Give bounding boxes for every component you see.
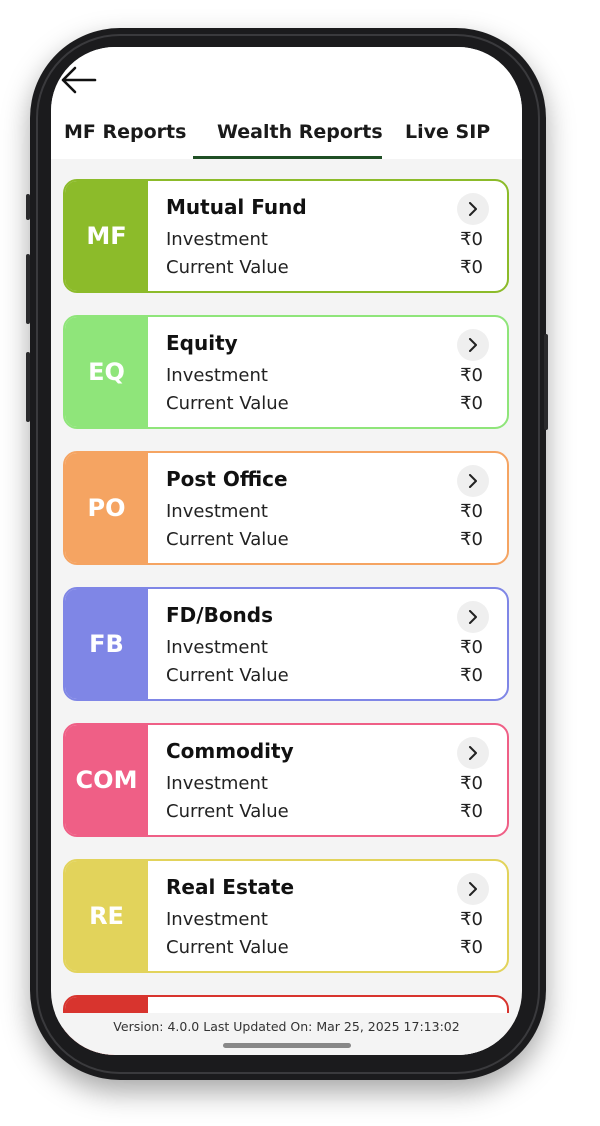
wealth-card-real-estate[interactable]: RE Real Estate Investment ₹0 Current Val…: [63, 859, 509, 973]
investment-label: Investment: [166, 229, 268, 250]
chevron-right-icon[interactable]: [457, 193, 489, 225]
chevron-right-icon[interactable]: [457, 329, 489, 361]
current-value-amount: ₹0: [460, 529, 483, 550]
chevron-right-icon[interactable]: [457, 873, 489, 905]
card-title: Real Estate: [166, 875, 295, 899]
phone-volume-down-button: [26, 352, 30, 422]
investment-value: ₹0: [460, 365, 483, 386]
card-badge: FB: [65, 589, 148, 699]
investment-label: Investment: [166, 501, 268, 522]
investment-label: Investment: [166, 637, 268, 658]
investment-value: ₹0: [460, 229, 483, 250]
current-value-amount: ₹0: [460, 801, 483, 822]
card-title: Commodity: [166, 739, 294, 763]
card-badge: PO: [65, 453, 148, 563]
card-badge: COM: [65, 725, 148, 835]
phone-side-button: [26, 194, 30, 220]
back-arrow-icon[interactable]: [59, 65, 99, 95]
wealth-card-post-office[interactable]: PO Post Office Investment ₹0 Current Val…: [63, 451, 509, 565]
tab-live-sip[interactable]: Live SIP: [405, 121, 490, 143]
version-info: Version: 4.0.0 Last Updated On: Mar 25, …: [113, 1019, 460, 1034]
investment-label: Investment: [166, 773, 268, 794]
wealth-card-equity[interactable]: EQ Equity Investment ₹0 Current Value ₹0: [63, 315, 509, 429]
current-value-label: Current Value: [166, 257, 289, 278]
chevron-right-icon[interactable]: [457, 465, 489, 497]
card-badge: RE: [65, 861, 148, 971]
active-tab-indicator: [193, 156, 382, 159]
investment-value: ₹0: [460, 773, 483, 794]
current-value-label: Current Value: [166, 801, 289, 822]
investment-value: ₹0: [460, 909, 483, 930]
wealth-card-commodity[interactable]: COM Commodity Investment ₹0 Current Valu…: [63, 723, 509, 837]
tab-mf-reports[interactable]: MF Reports: [64, 121, 186, 143]
current-value-amount: ₹0: [460, 393, 483, 414]
chevron-right-icon[interactable]: [457, 737, 489, 769]
card-title: Equity: [166, 331, 238, 355]
footer: Version: 4.0.0 Last Updated On: Mar 25, …: [51, 1013, 522, 1055]
tab-wealth-reports[interactable]: Wealth Reports: [217, 121, 383, 143]
report-tabs: MF Reports Wealth Reports Live SIP: [51, 121, 522, 159]
wealth-card-fd-bonds[interactable]: FB FD/Bonds Investment ₹0 Current Value …: [63, 587, 509, 701]
top-bar: MF Reports Wealth Reports Live SIP: [51, 47, 522, 159]
current-value-label: Current Value: [166, 665, 289, 686]
card-title: Post Office: [166, 467, 288, 491]
card-badge: MF: [65, 181, 148, 291]
card-title: FD/Bonds: [166, 603, 274, 627]
investment-value: ₹0: [460, 637, 483, 658]
chevron-right-icon[interactable]: [457, 601, 489, 633]
phone-power-button: [544, 334, 548, 430]
current-value-amount: ₹0: [460, 665, 483, 686]
investment-value: ₹0: [460, 501, 483, 522]
app-screen: MF Reports Wealth Reports Live SIP MF Mu…: [51, 47, 522, 1055]
phone-volume-up-button: [26, 254, 30, 324]
wealth-card-mutual-fund[interactable]: MF Mutual Fund Investment ₹0 Current Val…: [63, 179, 509, 293]
current-value-label: Current Value: [166, 937, 289, 958]
card-badge: EQ: [65, 317, 148, 427]
card-title: Mutual Fund: [166, 195, 307, 219]
home-indicator[interactable]: [223, 1043, 351, 1048]
investment-label: Investment: [166, 909, 268, 930]
current-value-label: Current Value: [166, 529, 289, 550]
investment-label: Investment: [166, 365, 268, 386]
current-value-amount: ₹0: [460, 937, 483, 958]
current-value-label: Current Value: [166, 393, 289, 414]
current-value-amount: ₹0: [460, 257, 483, 278]
